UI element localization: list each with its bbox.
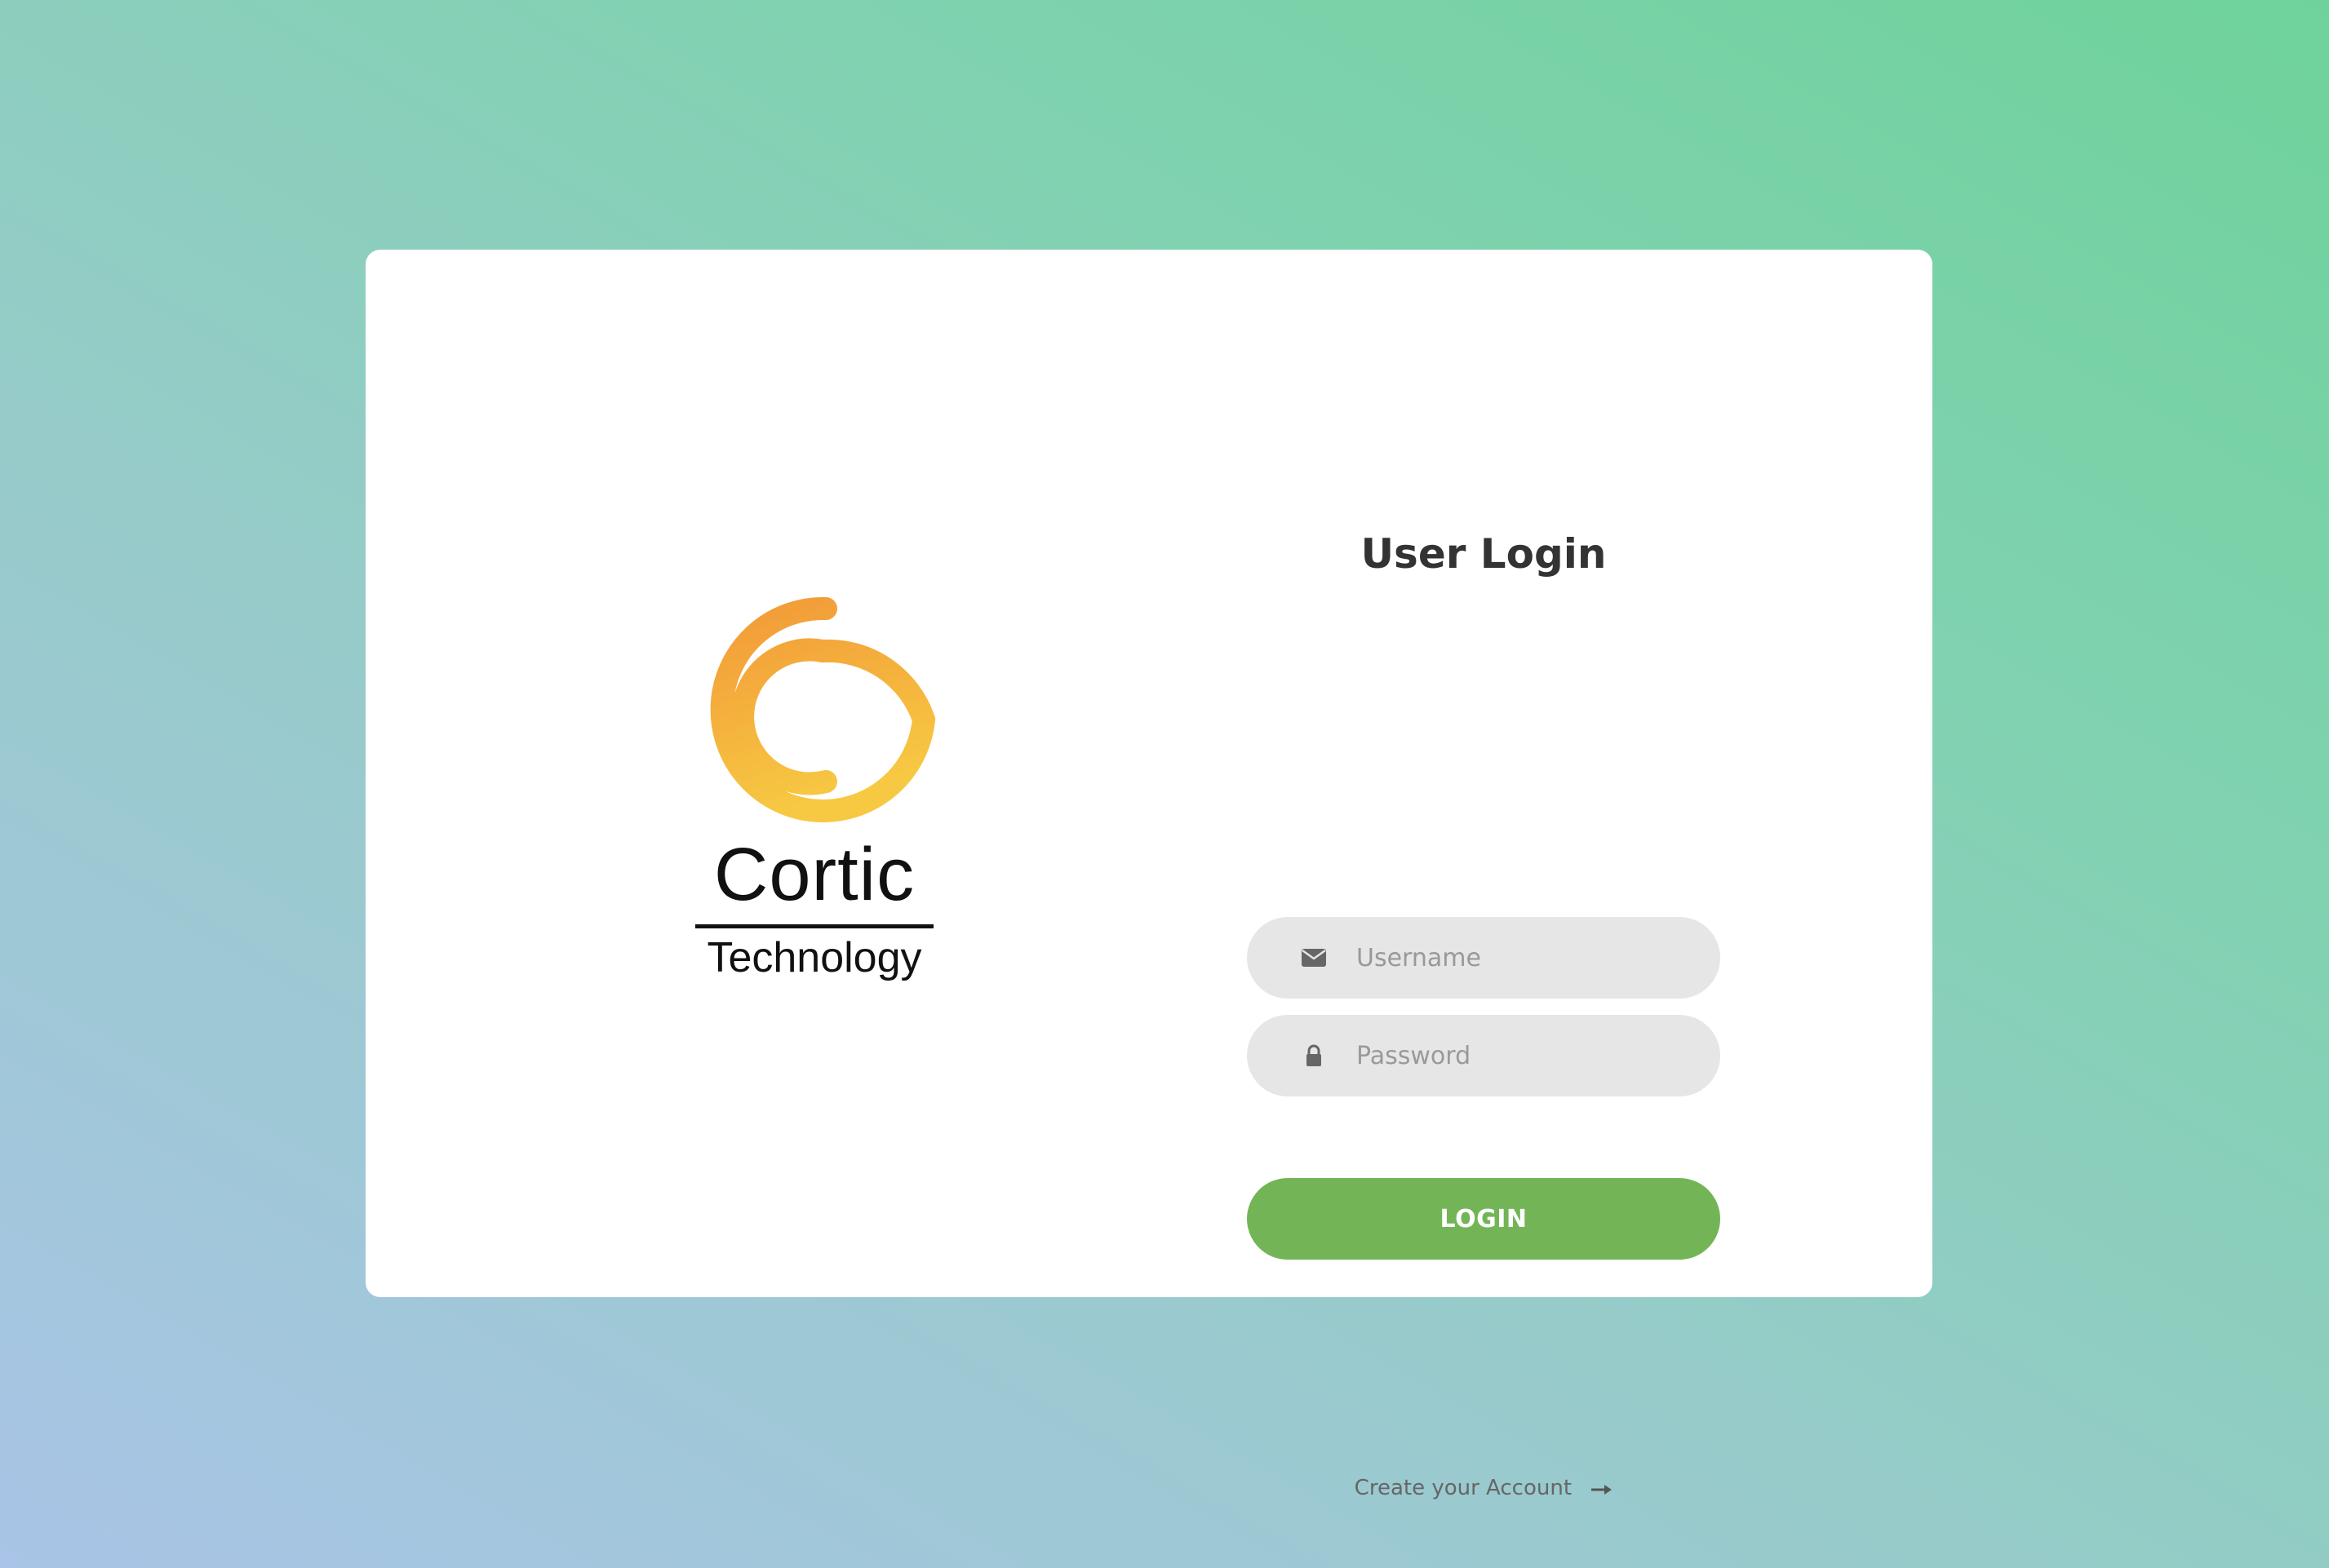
login-card: Cortic Technology User Login LO xyxy=(366,250,1932,1500)
create-account-link[interactable]: Create your Account xyxy=(1247,1472,1720,1504)
envelope-icon xyxy=(1301,946,1327,969)
username-field xyxy=(1247,917,1720,999)
password-input[interactable] xyxy=(1356,1015,1699,1096)
brand-name: Cortic xyxy=(713,833,916,916)
spiral-logo-icon xyxy=(710,596,936,822)
page-title: User Login xyxy=(1360,530,1607,578)
login-button[interactable]: LOGIN xyxy=(1247,1178,1720,1260)
brand-divider xyxy=(695,924,934,928)
create-account-label: Create your Account xyxy=(1354,1476,1573,1500)
login-form: User Login LOGIN Create your Account xyxy=(1247,527,1720,1500)
username-input[interactable] xyxy=(1356,917,1699,999)
lock-icon xyxy=(1301,1044,1327,1067)
brand-logo: Cortic Technology xyxy=(684,592,945,984)
arrow-right-icon xyxy=(1591,1473,1613,1505)
brand-subtitle: Technology xyxy=(707,934,922,981)
password-field xyxy=(1247,1015,1720,1096)
